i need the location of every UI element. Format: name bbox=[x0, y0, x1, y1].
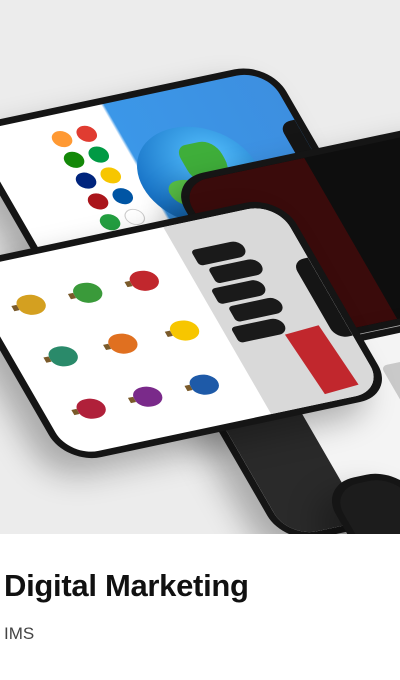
card-subtitle: IMS bbox=[4, 624, 35, 643]
balloon-icon[interactable] bbox=[69, 280, 107, 306]
flag-icon bbox=[72, 124, 101, 144]
balloon-icon[interactable] bbox=[185, 372, 224, 397]
flag-icon bbox=[84, 144, 113, 165]
flag-icon bbox=[96, 165, 125, 186]
flag-icon bbox=[48, 129, 76, 149]
flag-icon bbox=[108, 186, 137, 206]
balloon-icon[interactable] bbox=[165, 318, 204, 343]
balloon-icon[interactable] bbox=[72, 396, 111, 421]
balloon-icon[interactable] bbox=[125, 268, 164, 294]
flag-icon bbox=[72, 170, 100, 191]
flag-icon bbox=[84, 191, 112, 212]
balloon-icon[interactable] bbox=[129, 384, 167, 409]
balloon-icon[interactable] bbox=[104, 331, 142, 356]
product-image bbox=[380, 357, 400, 436]
balloon-icon[interactable] bbox=[44, 343, 83, 369]
flag-icon bbox=[60, 150, 88, 170]
balloon-icon[interactable] bbox=[12, 292, 51, 318]
hero-image[interactable] bbox=[0, 0, 400, 534]
card-title[interactable]: Digital Marketing bbox=[4, 568, 249, 604]
